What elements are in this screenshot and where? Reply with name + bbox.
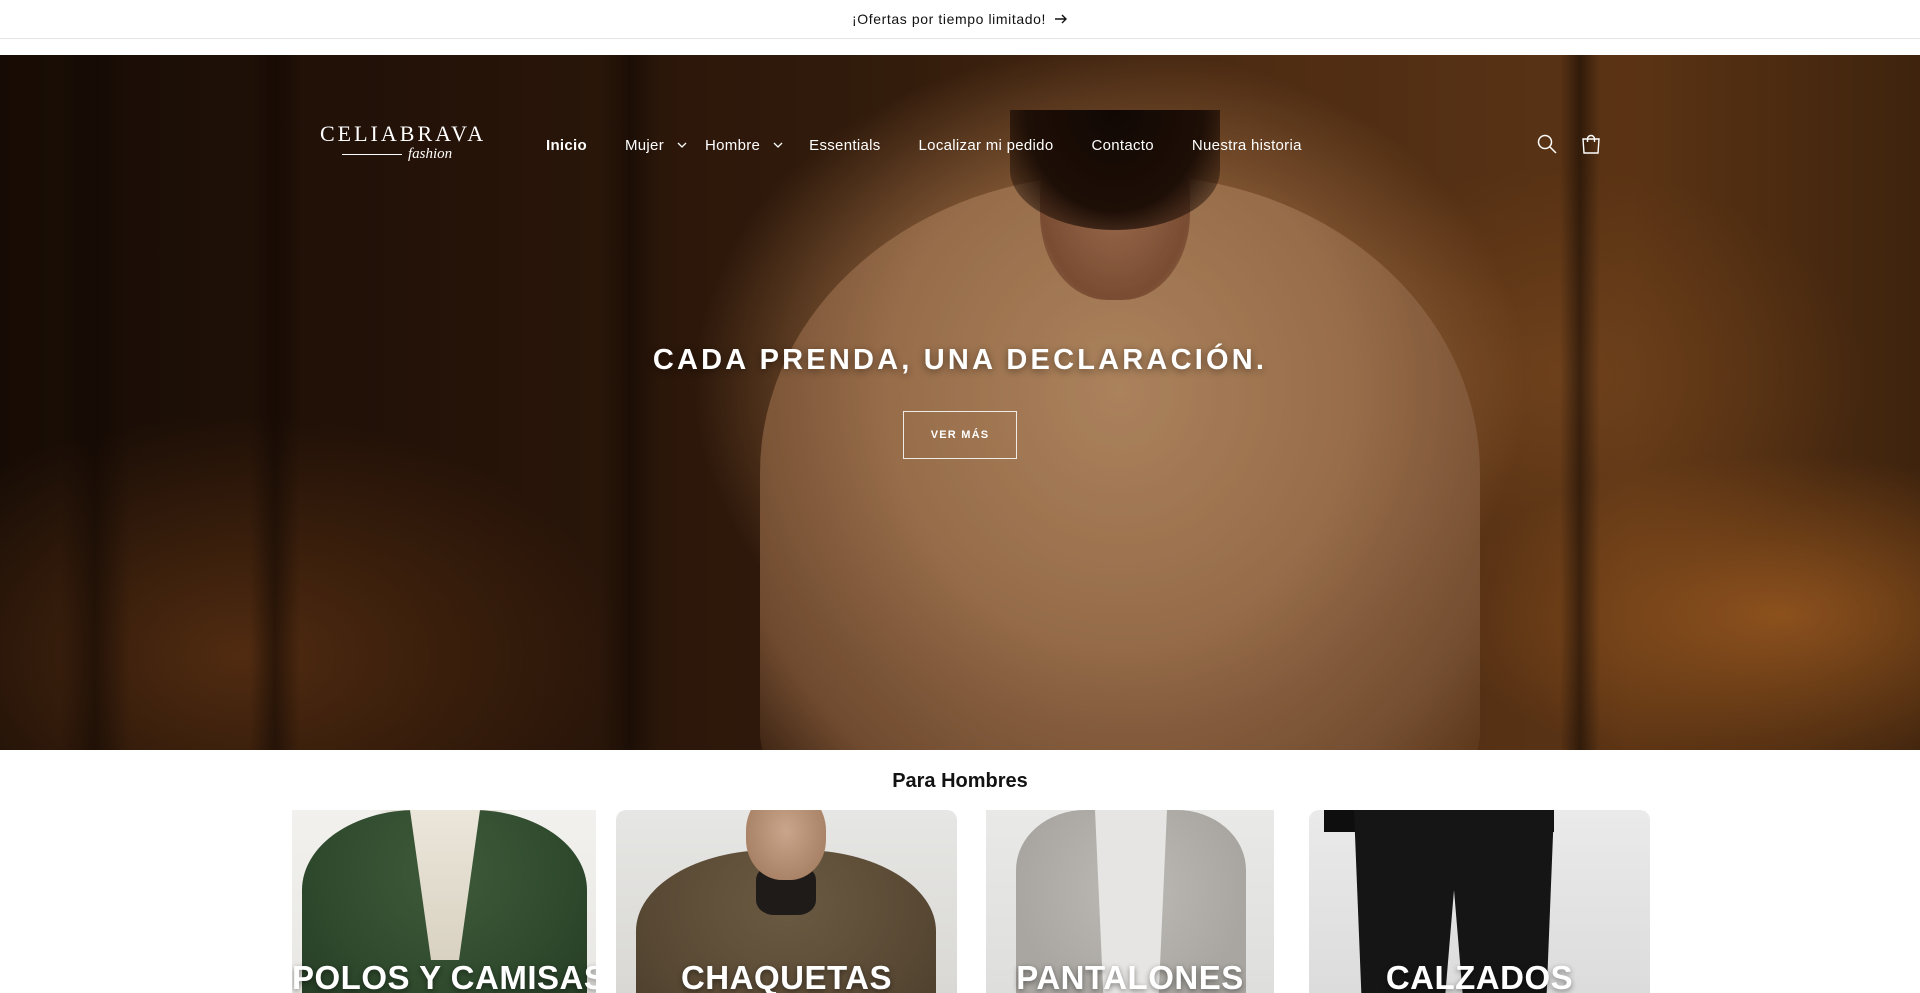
nav-nuestra-historia[interactable]: Nuestra historia — [1192, 137, 1302, 154]
category-label: PANTALONES — [1016, 959, 1244, 993]
head-shape — [746, 810, 826, 880]
logo-sub-row: fashion — [320, 146, 488, 163]
category-label: CHAQUETAS — [680, 959, 893, 993]
arrow-right-icon — [1055, 14, 1068, 24]
nav-mujer[interactable]: Mujer — [625, 137, 687, 154]
announcement-bar[interactable]: ¡Ofertas por tiempo limitado! — [0, 0, 1920, 39]
nav-mujer-label: Mujer — [624, 136, 664, 154]
nav-hombre-label: Hombre — [705, 136, 761, 154]
nav-inicio[interactable]: Inicio — [546, 137, 587, 154]
search-icon — [1537, 134, 1557, 154]
section-title: Para Hombres — [892, 770, 1028, 792]
category-card-chaquetas[interactable]: CHAQUETAS — [616, 810, 957, 993]
search-button[interactable] — [1532, 129, 1562, 159]
ver-mas-button[interactable]: VER MÁS — [903, 411, 1017, 459]
nav-hombre[interactable]: Hombre — [705, 137, 783, 154]
category-label: CALZADOS — [1385, 959, 1574, 993]
chevron-down-icon — [773, 142, 783, 148]
hero-title: CADA PRENDA, UNA DECLARACIÓN. — [652, 344, 1268, 376]
nav-localizar-pedido[interactable]: Localizar mi pedido — [919, 137, 1054, 154]
logo-divider — [342, 154, 402, 155]
logo-sub: fashion — [408, 146, 453, 162]
category-card-calzados[interactable]: CALZADOS — [1309, 810, 1650, 993]
cart-button[interactable] — [1576, 129, 1606, 159]
announcement-text: ¡Ofertas por tiempo limitado! — [851, 11, 1047, 27]
category-card-pantalones[interactable]: PANTALONES — [986, 810, 1274, 993]
cart-icon — [1582, 134, 1600, 154]
category-card-polos-camisas[interactable]: POLOS Y CAMISAS — [292, 810, 596, 993]
nav-contacto[interactable]: Contacto — [1091, 137, 1153, 154]
chevron-down-icon — [677, 142, 687, 148]
site-logo[interactable]: CELIABRAVA fashion — [320, 123, 488, 163]
site-header: CELIABRAVA fashion Inicio Mujer Hombre E… — [0, 55, 1920, 225]
nav-essentials[interactable]: Essentials — [809, 137, 880, 154]
logo-brand: CELIABRAVA — [320, 121, 487, 146]
main-nav: Inicio Mujer Hombre Essentials Localizar… — [546, 130, 1302, 160]
category-label: POLOS Y CAMISAS — [292, 959, 596, 993]
